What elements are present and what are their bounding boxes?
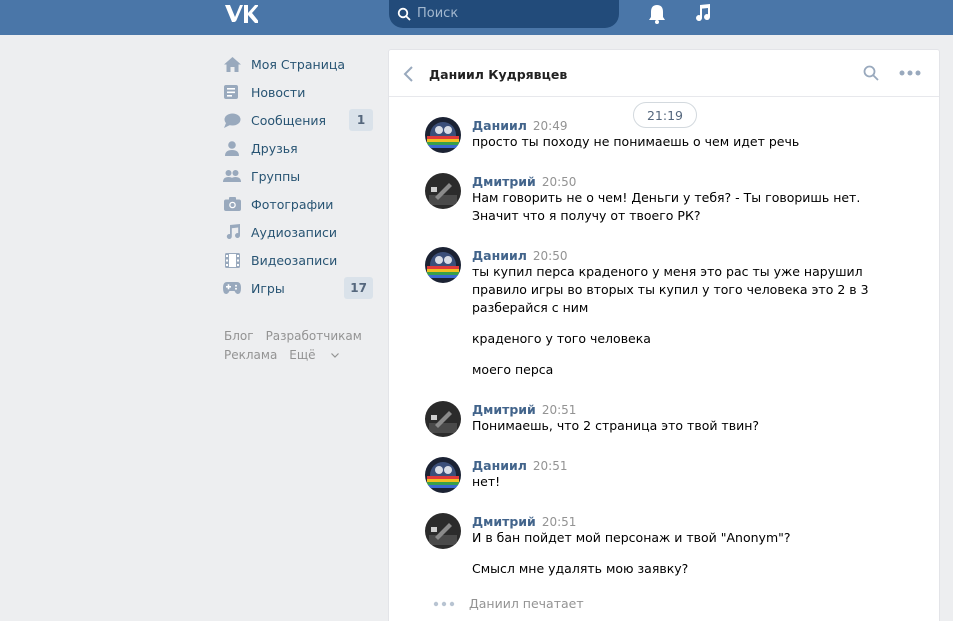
author-name: Даниил (472, 458, 527, 473)
nav-label: Моя Страница (251, 56, 345, 72)
games-count-badge: 17 (344, 277, 373, 299)
friends-icon (223, 139, 241, 157)
chat-header: Даниил Кудрявцев (389, 50, 939, 97)
avatar-daniil[interactable] (425, 247, 461, 283)
date-separator: 21:19 (633, 102, 697, 128)
search-input[interactable]: Поиск (389, 0, 619, 28)
message-text: Значит что я получу от твоего РК? (472, 208, 701, 223)
message-time: 20:50 (541, 175, 577, 189)
search-icon[interactable] (863, 65, 879, 81)
nav-label: Фотографии (251, 196, 334, 212)
message-text: правило игры во вторых ты купил у того ч… (472, 282, 869, 297)
message-time: 20:50 (532, 249, 568, 263)
nav-item-news[interactable]: Новости (222, 78, 374, 106)
avatar-daniil[interactable] (425, 457, 461, 493)
footer-more-label: Ещё (289, 348, 316, 362)
bell-icon[interactable] (648, 4, 666, 24)
nav-label: Сообщения (251, 112, 327, 128)
music-icon[interactable] (694, 3, 712, 23)
message-text: ты купил перса краденого у меня это рас … (472, 264, 863, 279)
back-arrow-icon[interactable] (403, 66, 415, 82)
nav-item-audio[interactable]: Аудиозаписи (222, 218, 374, 246)
nav-label: Друзья (251, 140, 298, 156)
nav-item-photos[interactable]: Фотографии (222, 190, 374, 218)
message-text: Нам говорить не о чем! Деньги у тебя? - … (472, 190, 861, 205)
nav-label: Новости (251, 84, 306, 100)
avatar-dmitry[interactable] (425, 401, 461, 437)
nav-item-my-page[interactable]: Моя Страница (222, 50, 374, 78)
typing-indicator: Даниил печатает (433, 596, 584, 611)
typing-dots-icon (433, 601, 455, 606)
camera-icon (223, 195, 241, 213)
author-name: Даниил (472, 248, 527, 263)
footer-link-blog[interactable]: Блог (224, 329, 254, 343)
message-text: моего перса (472, 362, 554, 377)
avatar-dmitry[interactable] (425, 513, 461, 549)
author-name: Даниил (472, 118, 527, 133)
chevron-down-icon (331, 353, 340, 358)
message-text: просто ты походу не понимаешь о чем идет… (472, 134, 800, 149)
author-name: Дмитрий (472, 174, 536, 189)
nav-item-video[interactable]: Видеозаписи (222, 246, 374, 274)
search-icon (397, 7, 411, 21)
message-time: 20:51 (541, 403, 577, 417)
music-icon (223, 223, 241, 241)
message-author[interactable]: Дмитрий 20:51 (472, 514, 576, 529)
nav-label: Группы (251, 168, 301, 184)
home-icon (223, 55, 241, 73)
message-text: Смысл мне удалять мою заявку? (472, 561, 689, 576)
footer-link-more[interactable]: Ещё (289, 348, 340, 362)
chat-title[interactable]: Даниил Кудрявцев (429, 67, 567, 82)
nav-label: Аудиозаписи (251, 224, 337, 240)
message-author[interactable]: Дмитрий 20:50 (472, 174, 576, 189)
more-options-icon[interactable] (899, 70, 921, 76)
message-author[interactable]: Дмитрий 20:51 (472, 402, 576, 417)
message-text: краденого у того человека (472, 331, 651, 346)
news-icon (223, 83, 241, 101)
footer-links: Блог Разработчикам Реклама Ещё (224, 327, 374, 365)
avatar-daniil[interactable] (425, 117, 461, 153)
footer-link-developers[interactable]: Разработчикам (266, 329, 362, 343)
message-text: Понимаешь, что 2 страница это твой твин? (472, 418, 760, 433)
author-name: Дмитрий (472, 402, 536, 417)
author-name: Дмитрий (472, 514, 536, 529)
search-placeholder: Поиск (417, 6, 459, 21)
message-author[interactable]: Даниил 20:49 (472, 118, 567, 133)
message-author[interactable]: Даниил 20:50 (472, 248, 567, 263)
video-icon (223, 251, 241, 269)
gamepad-icon (223, 279, 241, 297)
message-text: нет! (472, 474, 501, 489)
messages-count-badge: 1 (349, 109, 373, 131)
vk-logo-icon[interactable] (224, 3, 258, 25)
message-text: И в бан пойдет мой персонаж и твой "Anon… (472, 530, 791, 545)
message-time: 20:51 (541, 515, 577, 529)
groups-icon (223, 167, 241, 185)
top-bar: Поиск (0, 0, 953, 35)
typing-text: Даниил печатает (469, 596, 584, 611)
message-author[interactable]: Даниил 20:51 (472, 458, 567, 473)
chat-panel: Даниил Кудрявцев 21:19 Даниил 20:49 прост… (388, 49, 940, 621)
nav-item-games[interactable]: Игры 17 (222, 274, 374, 302)
nav-item-messages[interactable]: Сообщения 1 (222, 106, 374, 134)
message-time: 20:49 (532, 119, 568, 133)
nav-item-groups[interactable]: Группы (222, 162, 374, 190)
footer-link-ads[interactable]: Реклама (224, 348, 277, 362)
nav-label: Игры (251, 280, 285, 296)
messages-icon (223, 111, 241, 129)
message-text: разберайся с ним (472, 300, 589, 315)
nav-label: Видеозаписи (251, 252, 338, 268)
avatar-dmitry[interactable] (425, 173, 461, 209)
nav-item-friends[interactable]: Друзья (222, 134, 374, 162)
message-time: 20:51 (532, 459, 568, 473)
left-nav: Моя Страница Новости Сообщения 1 Друзья … (222, 50, 374, 302)
